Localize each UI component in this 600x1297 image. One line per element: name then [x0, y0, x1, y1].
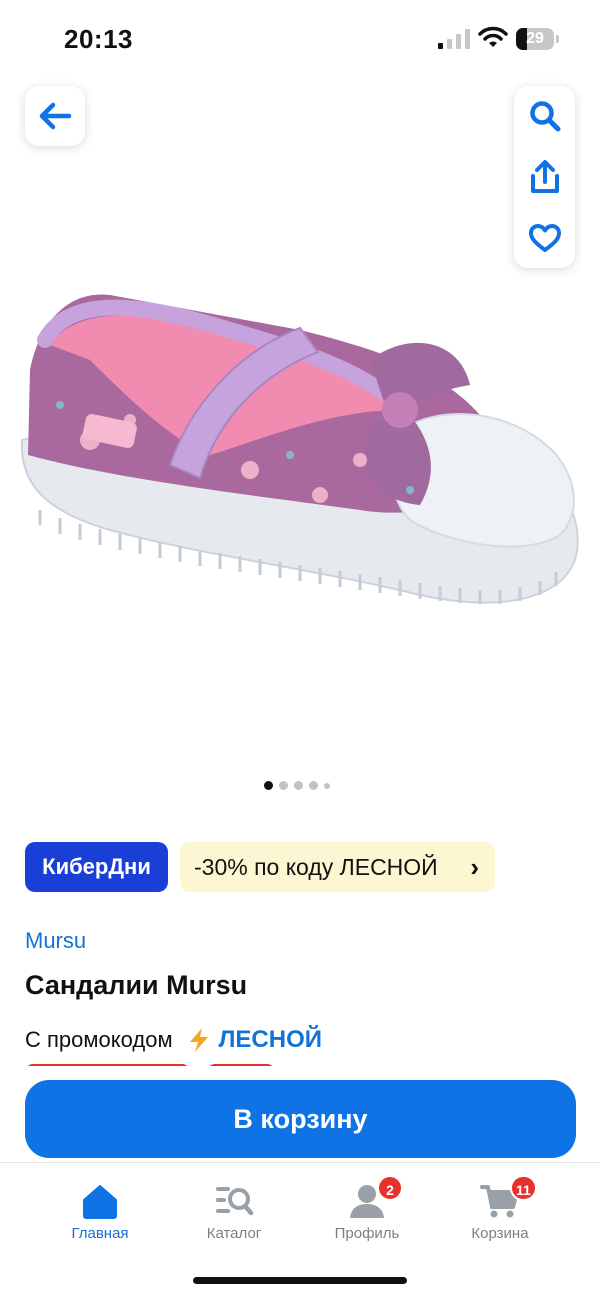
status-time: 20:13 — [64, 24, 133, 54]
battery-level: 29 — [526, 30, 544, 47]
promo-code: ЛЕСНОЙ — [218, 1026, 323, 1053]
tab-profile[interactable]: 2 Профиль — [307, 1175, 427, 1251]
promo-prefix: С промокодом — [25, 1027, 173, 1052]
tab-cart[interactable]: 11 Корзина — [440, 1175, 560, 1251]
home-indicator — [193, 1277, 407, 1284]
cyberdays-badge[interactable]: КиберДни — [25, 842, 168, 892]
tab-catalog-label: Каталог — [206, 1225, 262, 1242]
search-button[interactable] — [514, 86, 575, 146]
lightning-icon — [189, 1028, 208, 1052]
arrow-left-icon — [39, 102, 72, 130]
status-bar: 20:13 29 — [0, 0, 600, 80]
tab-profile-label: Профиль — [334, 1225, 400, 1242]
product-image[interactable] — [0, 240, 600, 640]
carousel-dot[interactable] — [324, 782, 330, 789]
product-title: Сандалии Mursu — [25, 970, 248, 1000]
back-button[interactable] — [25, 86, 85, 146]
home-icon — [83, 1185, 117, 1219]
promo-code-line: С промокодом ЛЕСНОЙ — [25, 1026, 322, 1054]
carousel-dot[interactable] — [309, 781, 318, 790]
wifi-icon — [478, 26, 508, 47]
carousel-dot[interactable] — [279, 781, 288, 790]
battery-icon: 29 — [516, 28, 560, 50]
promo-offer-text: -30% по коду ЛЕСНОЙ — [194, 854, 438, 880]
share-button[interactable] — [514, 147, 575, 207]
carousel-dots[interactable] — [264, 781, 330, 790]
tab-catalog[interactable]: Каталог — [174, 1181, 294, 1251]
chevron-right-icon: › — [470, 852, 479, 882]
promo-offer-chip[interactable]: -30% по коду ЛЕСНОЙ › — [180, 842, 495, 892]
add-to-cart-button[interactable]: В корзину — [25, 1080, 576, 1158]
tab-home[interactable]: Главная — [40, 1181, 160, 1251]
carousel-dot[interactable] — [294, 781, 303, 790]
tab-home-label: Главная — [71, 1225, 129, 1242]
share-icon — [530, 160, 559, 193]
brand-link[interactable]: Mursu — [25, 928, 86, 954]
cta-area: В корзину — [0, 1066, 600, 1162]
catalog-search-icon — [216, 1187, 254, 1216]
search-icon — [529, 101, 560, 132]
profile-badge: 2 — [377, 1175, 403, 1201]
cart-badge: 11 — [510, 1175, 537, 1201]
carousel-dot[interactable] — [264, 781, 273, 790]
tab-cart-label: Корзина — [471, 1225, 529, 1242]
cellular-signal-icon — [438, 29, 470, 49]
